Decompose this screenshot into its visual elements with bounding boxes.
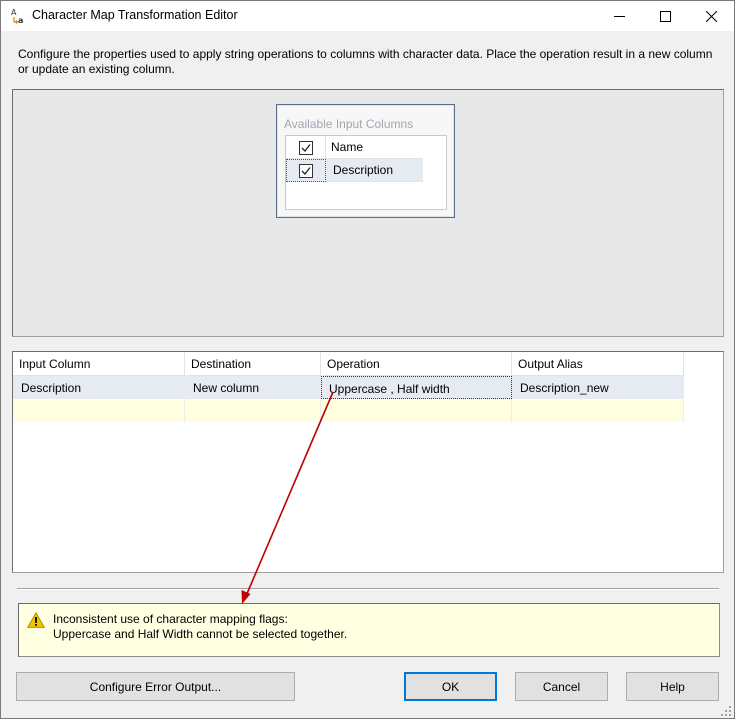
minimize-icon (613, 15, 625, 17)
ok-button[interactable]: OK (404, 672, 497, 701)
header-operation[interactable]: Operation (321, 352, 512, 376)
available-columns-list: Name Description (285, 135, 447, 210)
new-row[interactable] (13, 399, 684, 422)
svg-text:a: a (18, 16, 23, 25)
character-map-icon: A a (11, 8, 23, 25)
grid-header: Input Column Destination Operation Outpu… (13, 352, 684, 376)
new-cell-output-alias[interactable] (512, 399, 684, 422)
checkbox-checked-icon (298, 140, 313, 155)
warning-message: Inconsistent use of character mapping fl… (18, 603, 720, 657)
available-input-columns-box[interactable]: Available Input Columns Name Description (276, 104, 455, 218)
column-checkbox-description[interactable] (286, 159, 326, 182)
column-label-name: Name (331, 140, 364, 154)
header-input-column[interactable]: Input Column (13, 352, 185, 376)
minimize-button[interactable] (596, 1, 642, 31)
column-item-name[interactable]: Name (286, 136, 423, 159)
mapping-grid[interactable]: Input Column Destination Operation Outpu… (12, 351, 724, 573)
resize-grip-icon[interactable] (720, 705, 732, 717)
cell-operation[interactable]: Uppercase , Half width (321, 376, 512, 399)
cell-input-column[interactable]: Description (13, 376, 185, 399)
new-cell-input-column[interactable] (13, 399, 185, 422)
maximize-icon (659, 10, 671, 22)
header-output-alias[interactable]: Output Alias (512, 352, 684, 376)
available-columns-title: Available Input Columns (284, 117, 414, 131)
cell-destination[interactable]: New column (185, 376, 321, 399)
title-bar[interactable]: A a Character Map Transformation Editor (1, 1, 734, 31)
warning-line-2: Uppercase and Half Width cannot be selec… (53, 627, 348, 641)
column-item-description[interactable]: Description (286, 159, 423, 182)
separator (17, 588, 719, 590)
column-checkbox-name[interactable] (286, 136, 326, 159)
warning-line-1: Inconsistent use of character mapping fl… (53, 612, 288, 626)
column-label-description: Description (333, 163, 394, 177)
close-button[interactable] (688, 1, 734, 31)
new-cell-destination[interactable] (185, 399, 321, 422)
warning-icon (27, 612, 45, 628)
configure-error-output-button[interactable]: Configure Error Output... (16, 672, 295, 701)
editor-window: A a Character Map Transformation Editor … (0, 0, 735, 719)
header-destination[interactable]: Destination (185, 352, 321, 376)
editor-description: Configure the properties used to apply s… (18, 47, 713, 76)
maximize-button[interactable] (642, 1, 688, 31)
window-title: Character Map Transformation Editor (32, 8, 238, 22)
new-cell-operation[interactable] (321, 399, 512, 422)
close-icon (705, 10, 717, 22)
cancel-button[interactable]: Cancel (515, 672, 608, 701)
svg-text:A: A (11, 8, 17, 17)
checkbox-checked-icon (299, 163, 313, 178)
table-row[interactable]: Description New column Uppercase , Half … (13, 376, 684, 399)
designer-panel[interactable]: Available Input Columns Name Description (12, 89, 724, 337)
help-button[interactable]: Help (626, 672, 719, 701)
cell-output-alias[interactable]: Description_new (512, 376, 684, 399)
